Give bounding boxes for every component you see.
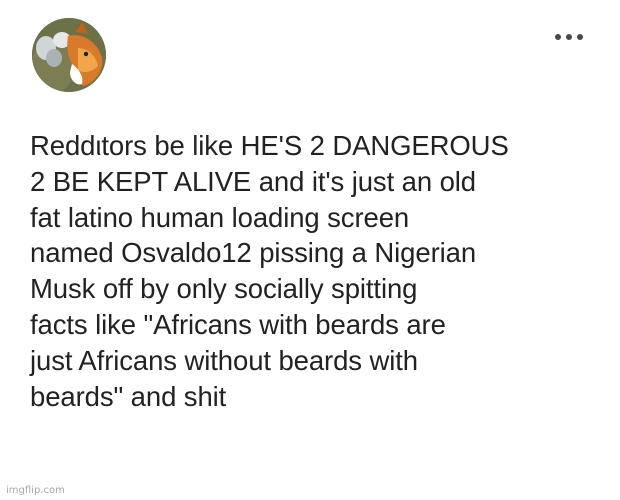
more-options-icon-dot (577, 34, 583, 40)
avatar-image (32, 18, 106, 92)
avatar[interactable] (32, 18, 106, 92)
post-body-text: Reddιtors be like HE'S 2 DANGEROUS 2 BE … (30, 130, 509, 412)
more-options-button[interactable] (548, 26, 590, 48)
watermark: imgflip.com (6, 485, 65, 496)
post-card: Reddιtors be like HE'S 2 DANGEROUS 2 BE … (0, 0, 620, 500)
more-options-icon (555, 34, 561, 40)
more-options-icon-dot (566, 34, 572, 40)
